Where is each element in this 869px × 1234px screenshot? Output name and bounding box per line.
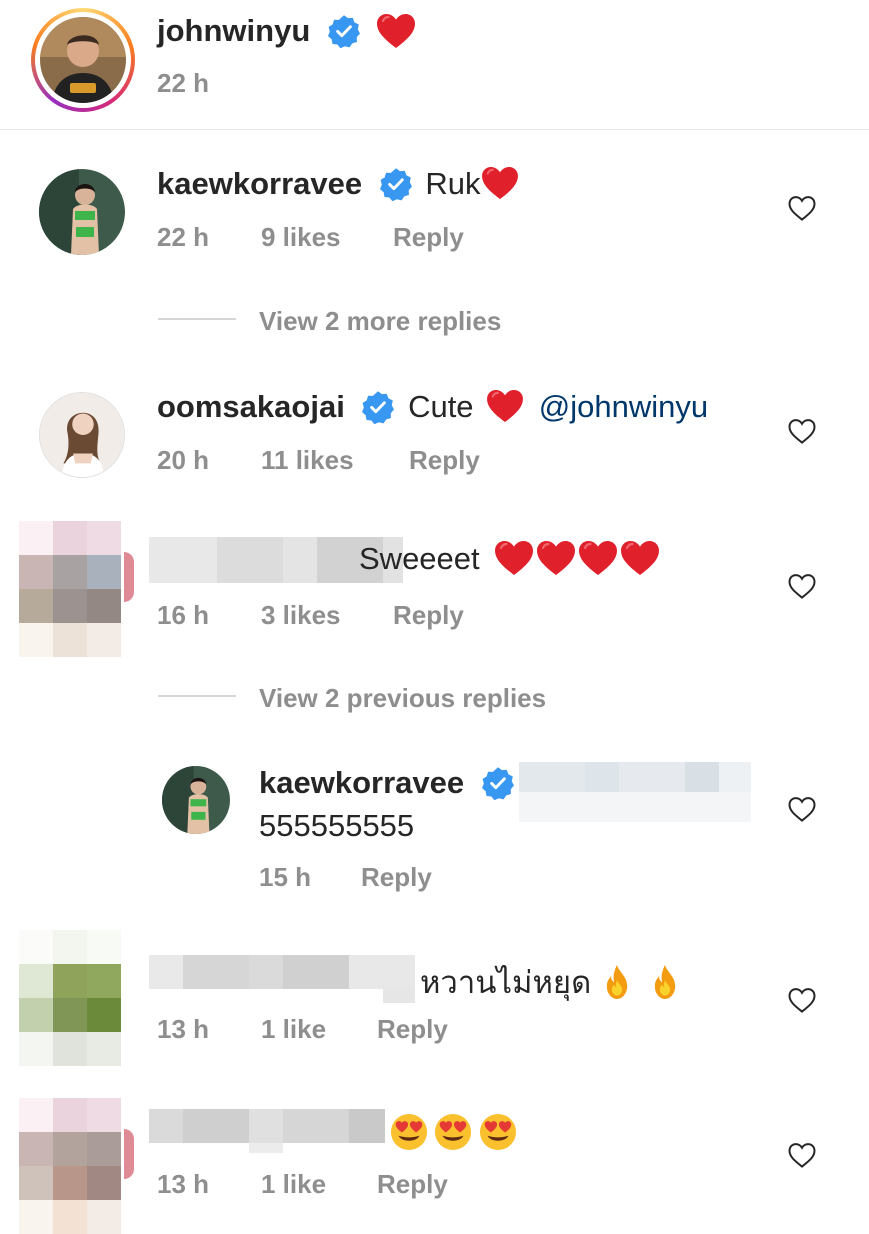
replies-line (158, 695, 236, 697)
heart-emoji (620, 540, 660, 576)
heart-emoji (494, 540, 534, 576)
comment-time: 13 h (157, 1169, 210, 1199)
reply-button[interactable]: Reply (377, 1169, 448, 1200)
fire-emoji (648, 963, 682, 1001)
heart-emoji (578, 540, 618, 576)
heart-outline-icon[interactable] (787, 986, 817, 1014)
comment-time: 22 h (157, 222, 210, 252)
mention-link[interactable]: @johnwinyu (539, 389, 708, 424)
comment-text: Cute (408, 389, 474, 424)
view-more-replies[interactable]: View 2 more replies (259, 306, 501, 337)
like-count[interactable]: 1 like (261, 1169, 326, 1200)
comment-text: Ruk (425, 166, 481, 201)
reply-time: 15 h (259, 862, 312, 892)
story-avatar[interactable] (31, 8, 135, 112)
heart-emoji (486, 389, 524, 423)
heart-outline-icon[interactable] (787, 1141, 817, 1169)
heart-outline-icon[interactable] (787, 417, 817, 445)
comment-time: 16 h (157, 600, 210, 630)
heart-emoji (536, 540, 576, 576)
avatar[interactable] (162, 766, 230, 834)
heart-emoji (376, 13, 416, 49)
comment-username[interactable]: kaewkorravee (157, 166, 362, 201)
replies-line (158, 318, 236, 320)
comment-username[interactable]: oomsakaojai (157, 389, 345, 424)
blurred-avatar[interactable] (19, 930, 121, 1066)
blurred-username (149, 955, 415, 1003)
story-ring-fragment (124, 1129, 134, 1179)
reply-button[interactable]: Reply (377, 1014, 448, 1045)
blurred-username (149, 1109, 385, 1153)
reply-text: 555555555 (259, 808, 415, 843)
avatar[interactable] (39, 169, 125, 255)
verified-badge-icon (361, 390, 395, 424)
blurred-avatar[interactable] (19, 1098, 121, 1234)
heart-emoji (481, 166, 519, 200)
fire-emoji (600, 963, 634, 1001)
like-count[interactable]: 3 likes (261, 600, 341, 631)
post-time: 22 h (157, 68, 210, 98)
heart-eyes-emoji (390, 1113, 428, 1151)
like-count[interactable]: 9 likes (261, 222, 341, 253)
avatar[interactable] (39, 392, 125, 478)
comment-text: Sweeeet (359, 541, 480, 576)
story-ring-fragment (124, 552, 134, 602)
heart-eyes-emoji (434, 1113, 472, 1151)
blurred-mention (519, 762, 751, 822)
post-username[interactable]: johnwinyu (157, 13, 310, 48)
verified-badge-icon (327, 14, 361, 48)
like-count[interactable]: 11 likes (261, 445, 354, 476)
reply-button[interactable]: Reply (393, 600, 464, 631)
avatar-photo (40, 17, 126, 103)
reply-button[interactable]: Reply (393, 222, 464, 253)
comment-time: 13 h (157, 1014, 210, 1044)
reply-button[interactable]: Reply (409, 445, 480, 476)
verified-badge-icon (379, 167, 413, 201)
comment-time: 20 h (157, 445, 210, 475)
divider (0, 129, 869, 130)
comment-text: หวานไม่หยุด (420, 965, 592, 1000)
reply-button[interactable]: Reply (361, 862, 432, 893)
reply-username[interactable]: kaewkorravee (259, 765, 464, 800)
heart-outline-icon[interactable] (787, 572, 817, 600)
blurred-avatar[interactable] (19, 521, 121, 657)
heart-outline-icon[interactable] (787, 795, 817, 823)
view-previous-replies[interactable]: View 2 previous replies (259, 683, 546, 714)
like-count[interactable]: 1 like (261, 1014, 326, 1045)
heart-outline-icon[interactable] (787, 194, 817, 222)
verified-badge-icon (481, 766, 515, 800)
heart-eyes-emoji (479, 1113, 517, 1151)
